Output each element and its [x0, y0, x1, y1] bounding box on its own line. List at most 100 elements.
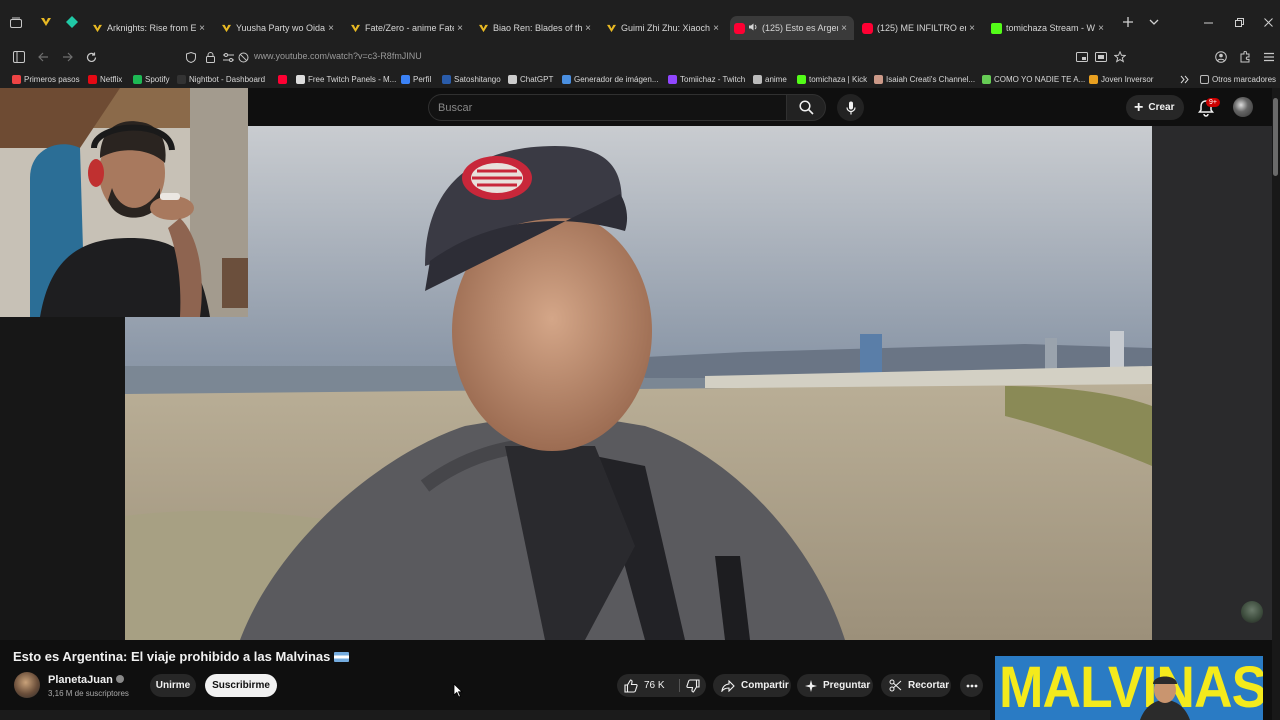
- close-tab-icon[interactable]: ×: [196, 23, 208, 34]
- cast-icon[interactable]: [1073, 48, 1091, 66]
- subscribe-button[interactable]: Suscribirme: [205, 674, 277, 697]
- bookmark-label: Perfil: [413, 75, 432, 84]
- scrollbar-thumb[interactable]: [1273, 98, 1278, 176]
- sidebar-toggle-icon[interactable]: [10, 48, 28, 66]
- video-player[interactable]: [125, 126, 1152, 640]
- bookmark-label: COMO YO NADIE TE A...: [994, 75, 1086, 84]
- channel-avatar[interactable]: [14, 672, 40, 698]
- pinned-tab-emblem-icon[interactable]: [36, 12, 56, 32]
- bookmark-favicon-icon: [177, 75, 186, 84]
- bookmark-item[interactable]: Generador de imágen...: [562, 73, 659, 86]
- tab-title: (125) ME INFILTRO en un: [877, 23, 966, 33]
- tracking-blocked-icon[interactable]: [234, 48, 252, 66]
- browser-tab-strip: Arknights: Rise from Emb×Yuusha Party wo…: [0, 0, 1280, 44]
- search-input[interactable]: Buscar: [428, 94, 786, 121]
- bookmark-item[interactable]: anime: [753, 73, 787, 86]
- bookmark-item[interactable]: Joven Inversor: [1089, 73, 1153, 86]
- minimize-window-button[interactable]: [1204, 18, 1213, 30]
- bookmark-item[interactable]: Nightbot - Dashboard: [177, 73, 265, 86]
- reload-icon[interactable]: [82, 48, 100, 66]
- close-tab-icon[interactable]: ×: [582, 23, 594, 34]
- tab-search-chevron-icon[interactable]: [1144, 12, 1164, 32]
- ask-button[interactable]: Preguntar: [797, 674, 873, 697]
- voice-search-button[interactable]: [837, 94, 864, 121]
- extensions-icon[interactable]: [1236, 48, 1254, 66]
- browser-tab[interactable]: tomichaza Stream - Watc×: [991, 17, 1107, 39]
- search-button[interactable]: [786, 94, 826, 121]
- tab-title: Arknights: Rise from Emb: [107, 23, 196, 33]
- browser-tab[interactable]: (125) Esto es Argenti ×: [730, 16, 854, 40]
- create-button[interactable]: + Crear: [1126, 95, 1184, 120]
- pinned-tab-diamond-icon[interactable]: [62, 12, 82, 32]
- other-bookmarks[interactable]: Otros marcadores: [1200, 73, 1276, 86]
- restore-window-button[interactable]: [1235, 18, 1244, 30]
- thumbnail-person-figure: [1140, 676, 1190, 720]
- share-button[interactable]: Compartir: [713, 674, 791, 697]
- search-icon: [798, 100, 814, 115]
- subscriber-count: 3,16 M de suscriptores: [48, 689, 129, 698]
- bookmark-item[interactable]: Free Twitch Panels - M...: [296, 73, 396, 86]
- account-avatar[interactable]: [1233, 97, 1253, 117]
- speaker-icon[interactable]: [749, 23, 758, 33]
- browser-menu-icon[interactable]: [1260, 48, 1278, 66]
- more-actions-button[interactable]: [960, 674, 983, 697]
- bookmark-item[interactable]: Spotify: [133, 73, 169, 86]
- bookmark-item[interactable]: Satoshitango: [442, 73, 501, 86]
- channel-name[interactable]: PlanetaJuan: [48, 674, 124, 686]
- close-tab-icon[interactable]: ×: [838, 23, 850, 34]
- bookmark-favicon-icon: [88, 75, 97, 84]
- close-tab-icon[interactable]: ×: [710, 23, 722, 34]
- bookmark-star-icon[interactable]: [1111, 48, 1129, 66]
- bookmark-favicon-icon: [797, 75, 806, 84]
- page-scrollbar[interactable]: [1272, 88, 1280, 720]
- close-window-button[interactable]: [1264, 18, 1273, 30]
- shield-icon[interactable]: [182, 48, 200, 66]
- bookmarks-overflow-icon[interactable]: [1180, 73, 1189, 86]
- bookmark-item[interactable]: Perfil: [401, 73, 431, 86]
- webcam-frame: [0, 88, 248, 317]
- browser-tab[interactable]: Yuusha Party wo Oidasar×: [221, 17, 337, 39]
- clip-button[interactable]: Recortar: [881, 674, 951, 697]
- youtube-icon: [734, 22, 745, 34]
- profile-icon[interactable]: [1212, 48, 1230, 66]
- close-tab-icon[interactable]: ×: [1095, 23, 1107, 34]
- screen: Arknights: Rise from Emb×Yuusha Party wo…: [0, 0, 1280, 720]
- bookmark-favicon-icon: [401, 75, 410, 84]
- bookmark-item[interactable]: ChatGPT: [508, 73, 553, 86]
- browser-tab[interactable]: (125) ME INFILTRO en un×: [862, 17, 978, 39]
- tab-actions-icon[interactable]: [6, 12, 26, 32]
- picture-in-picture-icon[interactable]: [1092, 48, 1110, 66]
- bookmark-item[interactable]: Netflix: [88, 73, 122, 86]
- bookmark-item[interactable]: [278, 73, 290, 86]
- browser-tab[interactable]: Fate/Zero - anime Fate/Z×: [350, 17, 466, 39]
- lock-icon[interactable]: [201, 48, 219, 66]
- bookmark-item[interactable]: Tomiichaz - Twitch: [668, 73, 745, 86]
- emblem-icon: [350, 23, 361, 34]
- new-tab-button[interactable]: [1118, 12, 1138, 32]
- back-arrow-icon[interactable]: [34, 48, 52, 66]
- close-tab-icon[interactable]: ×: [966, 23, 978, 34]
- bookmark-item[interactable]: tomichaza | Kick: [797, 73, 867, 86]
- dislike-button[interactable]: [680, 674, 706, 697]
- bookmark-label: Nightbot - Dashboard: [189, 75, 266, 84]
- ask-label: Preguntar: [823, 680, 871, 691]
- browser-tab[interactable]: Guimi Zhi Zhu: Xiaochou×: [606, 17, 722, 39]
- bookmark-item[interactable]: Primeros pasos: [12, 73, 80, 86]
- youtube-icon: [862, 22, 873, 34]
- tab-title: (125) Esto es Argenti: [762, 23, 838, 33]
- close-tab-icon[interactable]: ×: [454, 23, 466, 34]
- join-button[interactable]: Unirme: [150, 674, 196, 697]
- bookmark-item[interactable]: Isaiah Creati's Channel...: [874, 73, 975, 86]
- tab-title: Guimi Zhi Zhu: Xiaochou: [621, 23, 710, 33]
- channel-watermark[interactable]: [1241, 601, 1263, 623]
- recommended-video-thumbnail[interactable]: MALVINAS: [995, 656, 1263, 720]
- browser-tab[interactable]: Arknights: Rise from Emb×: [92, 17, 208, 39]
- bookmark-favicon-icon: [12, 75, 21, 84]
- browser-tab[interactable]: Biao Ren: Blades of the G×: [478, 17, 594, 39]
- forward-arrow-icon[interactable]: [58, 48, 76, 66]
- like-button[interactable]: 76 K: [617, 674, 677, 697]
- bookmark-item[interactable]: COMO YO NADIE TE A...: [982, 73, 1085, 86]
- close-tab-icon[interactable]: ×: [325, 23, 337, 34]
- url-text[interactable]: www.youtube.com/watch?v=c3-R8fmJINU: [254, 51, 422, 61]
- emblem-icon: [92, 23, 103, 34]
